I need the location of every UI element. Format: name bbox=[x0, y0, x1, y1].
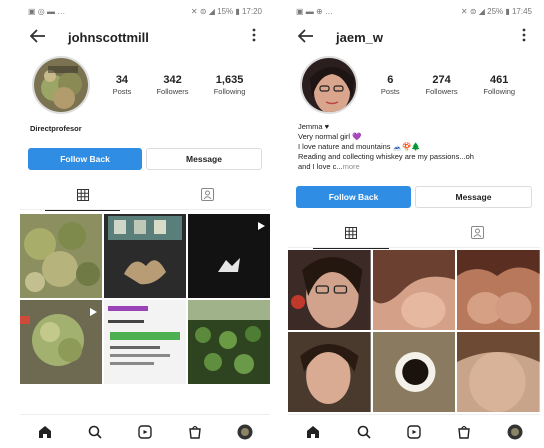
search-icon[interactable] bbox=[353, 421, 375, 443]
stat-label: Posts bbox=[112, 87, 132, 96]
bottom-nav bbox=[20, 414, 270, 448]
back-arrow-icon[interactable] bbox=[29, 27, 52, 48]
post-thumbnail[interactable] bbox=[372, 250, 456, 330]
action-buttons: Follow Back Message bbox=[20, 148, 270, 170]
tab-tagged[interactable] bbox=[145, 184, 270, 210]
play-icon bbox=[89, 304, 98, 322]
bio-line: Very normal girl 💜 bbox=[298, 132, 362, 141]
bio: Directprofesor bbox=[20, 114, 270, 146]
profile-avatar-icon[interactable] bbox=[504, 421, 526, 443]
stat-value: 274 bbox=[432, 74, 451, 86]
stat-label: Following bbox=[483, 87, 516, 96]
display-name: Jemma ♥ bbox=[298, 122, 330, 131]
post-thumbnail[interactable] bbox=[188, 300, 270, 384]
avatar[interactable] bbox=[32, 56, 90, 114]
posts-grid bbox=[288, 250, 540, 412]
stat-label: Followers bbox=[425, 87, 458, 96]
message-button[interactable]: Message bbox=[146, 148, 262, 170]
reels-icon[interactable] bbox=[134, 421, 156, 443]
avatar[interactable] bbox=[300, 56, 358, 114]
more-options-icon[interactable] bbox=[522, 28, 526, 45]
home-icon[interactable] bbox=[302, 421, 324, 443]
post-thumbnail[interactable] bbox=[104, 300, 186, 384]
follow-back-button[interactable]: Follow Back bbox=[296, 186, 411, 208]
reels-icon[interactable] bbox=[403, 421, 425, 443]
status-left: ▣ ◎ ▬ … bbox=[28, 6, 66, 16]
display-name: Directprofesor bbox=[30, 124, 82, 133]
right-screenshot: ▣ ▬ ⊕ … ✕ ⊜ ◢ 25% ▮ 17:45 jaem_w 6 Posts… bbox=[288, 0, 540, 448]
stats: 34 Posts 342 Followers 1,635 Following bbox=[100, 74, 258, 96]
posts-grid bbox=[20, 214, 270, 384]
profile-header: johnscottmill bbox=[20, 22, 270, 52]
profile-avatar-icon[interactable] bbox=[234, 421, 256, 443]
content-tabs bbox=[288, 222, 540, 249]
play-icon bbox=[257, 218, 266, 236]
post-thumbnail[interactable] bbox=[457, 250, 540, 330]
following-count[interactable]: 1,635 Following bbox=[214, 74, 246, 96]
tab-grid[interactable] bbox=[20, 184, 145, 211]
post-thumbnail[interactable] bbox=[20, 214, 102, 298]
post-thumbnail[interactable] bbox=[20, 300, 102, 384]
bio-line: Reading and collecting whiskey are my pa… bbox=[298, 152, 474, 161]
more-link[interactable]: more bbox=[343, 162, 360, 171]
message-button[interactable]: Message bbox=[415, 186, 532, 208]
shop-icon[interactable] bbox=[184, 421, 206, 443]
status-bar: ▣ ◎ ▬ … ✕ ⊜ ◢ 15% ▮ 17:20 bbox=[20, 0, 270, 22]
tagged-icon bbox=[201, 187, 214, 206]
username: jaem_w bbox=[336, 29, 383, 45]
post-thumbnail[interactable] bbox=[104, 214, 186, 298]
stat-value: 6 bbox=[387, 74, 394, 86]
content-tabs bbox=[20, 184, 270, 211]
back-arrow-icon[interactable] bbox=[297, 27, 320, 48]
followers-count[interactable]: 274 Followers bbox=[425, 74, 457, 96]
stat-label: Posts bbox=[380, 87, 400, 96]
grid-icon bbox=[76, 188, 89, 206]
username: johnscottmill bbox=[68, 29, 149, 45]
stat-value: 1,635 bbox=[215, 74, 244, 86]
status-right: ✕ ⊜ ◢ 15% ▮ 17:20 bbox=[190, 6, 262, 16]
stats: 6 Posts 274 Followers 461 Following bbox=[368, 74, 528, 96]
post-thumbnail[interactable] bbox=[188, 214, 270, 298]
post-thumbnail[interactable] bbox=[288, 250, 371, 330]
stat-label: Following bbox=[213, 87, 246, 96]
bio-line: and I love c... bbox=[298, 162, 343, 171]
stat-label: Followers bbox=[156, 87, 189, 96]
status-left: ▣ ▬ ⊕ … bbox=[296, 6, 333, 16]
search-icon[interactable] bbox=[84, 421, 106, 443]
post-thumbnail[interactable] bbox=[457, 332, 540, 412]
more-options-icon[interactable] bbox=[252, 28, 256, 45]
profile-header: jaem_w bbox=[288, 22, 540, 52]
stat-value: 34 bbox=[115, 74, 129, 86]
follow-back-button[interactable]: Follow Back bbox=[28, 148, 142, 170]
shop-icon[interactable] bbox=[453, 421, 475, 443]
action-buttons: Follow Back Message bbox=[288, 186, 540, 208]
bottom-nav bbox=[288, 414, 540, 448]
left-screenshot: ▣ ◎ ▬ … ✕ ⊜ ◢ 15% ▮ 17:20 johnscottmill … bbox=[20, 0, 270, 448]
post-thumbnail[interactable] bbox=[372, 332, 456, 412]
stat-value: 342 bbox=[163, 74, 182, 86]
profile-summary: 34 Posts 342 Followers 1,635 Following bbox=[20, 52, 270, 114]
bio-line: I love nature and mountains 🗻🍄🌲 bbox=[298, 142, 421, 151]
profile-summary: 6 Posts 274 Followers 461 Following bbox=[288, 52, 540, 114]
posts-count[interactable]: 34 Posts bbox=[113, 74, 132, 96]
status-bar: ▣ ▬ ⊕ … ✕ ⊜ ◢ 25% ▮ 17:45 bbox=[288, 0, 540, 22]
tagged-icon bbox=[470, 225, 484, 244]
followers-count[interactable]: 342 Followers bbox=[156, 74, 188, 96]
status-right: ✕ ⊜ ◢ 25% ▮ 17:45 bbox=[460, 6, 532, 16]
tab-tagged[interactable] bbox=[414, 222, 540, 248]
following-count[interactable]: 461 Following bbox=[483, 74, 515, 96]
grid-icon bbox=[345, 226, 357, 244]
stat-value: 461 bbox=[490, 74, 509, 86]
tab-grid[interactable] bbox=[288, 222, 414, 249]
home-icon[interactable] bbox=[34, 421, 56, 443]
bio: Jemma ♥ Very normal girl 💜 I love nature… bbox=[288, 114, 540, 186]
post-thumbnail[interactable] bbox=[288, 332, 371, 412]
posts-count[interactable]: 6 Posts bbox=[381, 74, 400, 96]
